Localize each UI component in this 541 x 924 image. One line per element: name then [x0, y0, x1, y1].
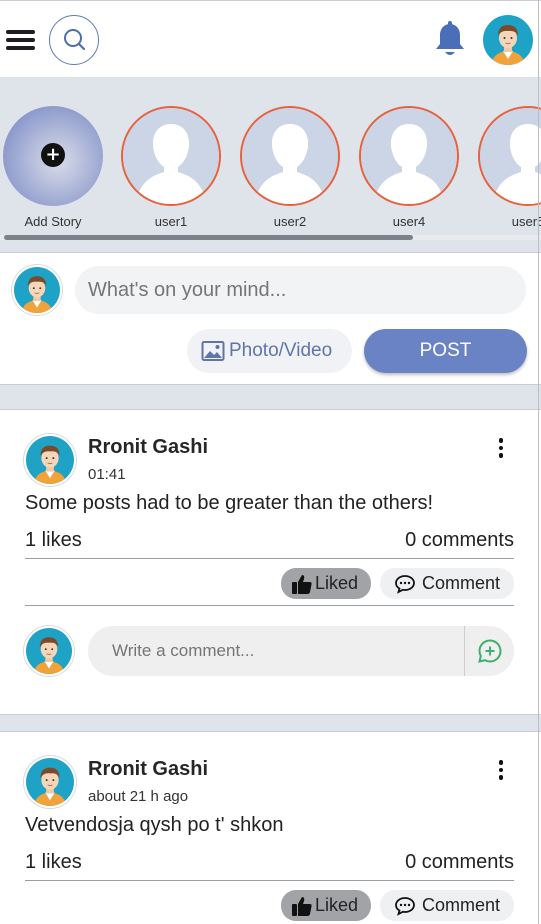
- post-card: Rronit Gashi 01:41 Some posts had to be …: [0, 409, 541, 715]
- story-avatar[interactable]: [240, 106, 340, 206]
- story-user2[interactable]: user2: [235, 106, 345, 229]
- post-card: Rronit Gashi about 21 h ago Vetvendosja …: [0, 731, 541, 924]
- user-silhouette-icon: [121, 106, 221, 206]
- user-silhouette-icon: [478, 106, 541, 206]
- story-avatar[interactable]: [478, 106, 541, 206]
- user-silhouette-icon: [240, 106, 340, 206]
- user-silhouette-icon: [359, 106, 459, 206]
- stories-strip: + Add Story user1 user2 user4 user5: [0, 77, 541, 240]
- story-label: Add Story: [24, 214, 82, 229]
- hamburger-menu-icon[interactable]: [6, 28, 36, 52]
- story-label: user4: [392, 214, 426, 229]
- photo-video-label: Photo/Video: [229, 340, 333, 361]
- more-options-icon[interactable]: [494, 760, 508, 784]
- story-label: user1: [154, 214, 188, 229]
- post-author[interactable]: Rronit Gashi: [88, 758, 208, 781]
- post-text: Some posts had to be greater than the ot…: [25, 492, 434, 514]
- commenter-avatar: [24, 626, 74, 676]
- post-author[interactable]: Rronit Gashi: [88, 436, 208, 459]
- story-add[interactable]: + Add Story: [0, 106, 108, 229]
- liked-label: Liked: [315, 895, 359, 915]
- add-comment-icon: [477, 639, 502, 663]
- post-button[interactable]: POST: [364, 329, 527, 373]
- story-user5[interactable]: user5: [473, 106, 541, 229]
- more-options-icon[interactable]: [494, 438, 508, 462]
- comments-count[interactable]: 0 comments: [405, 529, 514, 552]
- story-label: user5: [511, 214, 541, 229]
- chat-bubble-icon: [395, 896, 415, 916]
- comment-label: Comment: [422, 895, 501, 915]
- search-icon: [64, 29, 86, 51]
- thumbs-up-icon: [292, 896, 312, 916]
- app-screen: + Add Story user1 user2 user4 user5 What…: [0, 0, 541, 924]
- author-avatar[interactable]: [24, 434, 76, 486]
- comment-box: [88, 626, 514, 676]
- divider: [25, 605, 514, 606]
- post-timestamp: 01:41: [88, 466, 126, 483]
- plus-icon: +: [41, 143, 65, 167]
- story-label: user2: [273, 214, 307, 229]
- post-timestamp: about 21 h ago: [88, 788, 189, 805]
- story-user1[interactable]: user1: [116, 106, 226, 229]
- story-avatar[interactable]: [121, 106, 221, 206]
- liked-label: Liked: [315, 573, 359, 593]
- whats-on-your-mind-input[interactable]: [75, 266, 526, 314]
- divider: [25, 558, 514, 559]
- comment-label: Comment: [422, 573, 501, 593]
- image-icon: [201, 341, 225, 361]
- add-story-circle[interactable]: +: [3, 106, 103, 206]
- post-composer: Photo/Video POST: [0, 252, 541, 385]
- comment-button[interactable]: Comment: [380, 568, 514, 599]
- post-text: Vetvendosja qysh po t' shkon: [25, 814, 284, 836]
- likes-count[interactable]: 1 likes: [25, 851, 82, 874]
- story-user4[interactable]: user4: [354, 106, 464, 229]
- search-button[interactable]: [49, 15, 99, 65]
- photo-video-button[interactable]: Photo/Video: [187, 329, 352, 373]
- thumbs-up-icon: [292, 574, 312, 594]
- liked-button[interactable]: Liked: [281, 568, 371, 599]
- comments-count[interactable]: 0 comments: [405, 851, 514, 874]
- divider: [25, 880, 514, 881]
- notifications-bell-icon[interactable]: [433, 21, 467, 59]
- story-avatar[interactable]: [359, 106, 459, 206]
- chat-bubble-icon: [395, 574, 415, 594]
- author-avatar[interactable]: [24, 756, 76, 808]
- write-comment-input[interactable]: [88, 626, 464, 676]
- comment-button[interactable]: Comment: [380, 890, 514, 921]
- likes-count[interactable]: 1 likes: [25, 529, 82, 552]
- profile-avatar[interactable]: [483, 15, 533, 65]
- window-edge: [538, 0, 539, 924]
- liked-button[interactable]: Liked: [281, 890, 371, 921]
- stories-scrollbar[interactable]: [4, 235, 413, 240]
- avatar: [12, 265, 62, 315]
- top-bar: [0, 0, 541, 77]
- add-comment-button[interactable]: [464, 626, 514, 676]
